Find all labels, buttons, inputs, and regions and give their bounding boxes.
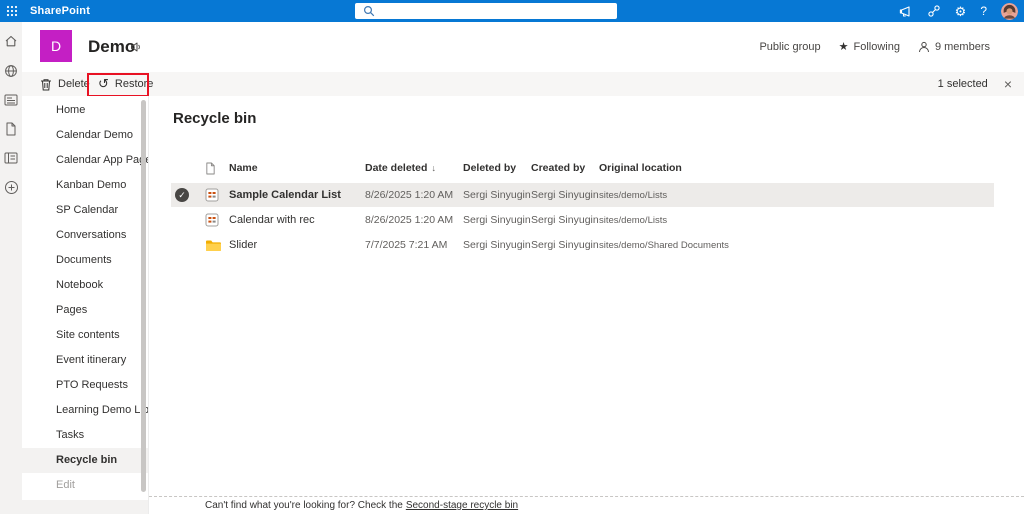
sidebar-item-edit[interactable]: Edit: [22, 473, 148, 498]
library-icon[interactable]: [4, 152, 18, 164]
table-row[interactable]: Calendar with rec 8/26/2025 1:20 AM Serg…: [171, 208, 994, 232]
site-logo[interactable]: D: [40, 30, 72, 62]
members-label: 9 members: [934, 41, 990, 53]
calendar-list-icon: [205, 208, 219, 232]
column-header-name[interactable]: Name: [229, 158, 258, 178]
app-rail: [0, 22, 22, 514]
row-name[interactable]: Calendar with rec: [229, 208, 315, 232]
restore-label: Restore: [114, 78, 154, 90]
date-deleted-label: Date deleted: [365, 162, 428, 174]
row-original-location: sites/demo/Lists: [599, 214, 668, 226]
row-created-by: Sergi Sinyugin: [531, 214, 599, 226]
privacy-label: Public group: [759, 41, 821, 53]
row-date-deleted: 8/26/2025 1:20 AM: [365, 214, 454, 226]
sidebar-item-documents[interactable]: Documents: [22, 248, 148, 273]
column-header-date-deleted[interactable]: Date deleted ↓: [365, 158, 436, 178]
row-deleted-by: Sergi Sinyugin: [463, 239, 531, 251]
row-selected-check-icon[interactable]: ✓: [175, 188, 189, 202]
sidebar-item-kanban-demo[interactable]: Kanban Demo: [22, 173, 148, 198]
suite-bar-actions: ⚙ ?: [899, 0, 1018, 22]
row-created-by: Sergi Sinyugin: [531, 239, 599, 251]
star-icon: ★: [838, 40, 849, 53]
sidebar-scrollbar[interactable]: [141, 100, 146, 492]
footer-text: Can't find what you're looking for? Chec…: [205, 500, 403, 511]
sidebar-item-calendar-app-page[interactable]: Calendar App Page: [22, 148, 148, 173]
home-icon[interactable]: [4, 34, 18, 48]
column-header-deleted-by[interactable]: Deleted by: [463, 158, 516, 178]
sidebar-item-pages[interactable]: Pages: [22, 298, 148, 323]
speaker-icon: [130, 41, 142, 53]
row-date-deleted: 7/7/2025 7:21 AM: [365, 239, 448, 251]
app-launcher-icon[interactable]: [0, 0, 24, 22]
sidebar-item-notebook[interactable]: Notebook: [22, 273, 148, 298]
calendar-list-icon: [205, 183, 219, 207]
person-icon: [918, 41, 930, 53]
document-icon[interactable]: [5, 122, 17, 136]
row-name[interactable]: Slider: [229, 233, 257, 257]
sidebar-bottom-filler: [22, 500, 148, 514]
globe-icon[interactable]: [4, 64, 18, 78]
row-deleted-by: Sergi Sinyugin: [463, 189, 531, 201]
site-header-meta: Public group ★ Following 9 members: [759, 22, 990, 72]
site-title[interactable]: Demo: [88, 22, 135, 72]
help-icon[interactable]: ?: [980, 5, 987, 17]
table-row[interactable]: Slider 7/7/2025 7:21 AM Sergi Sinyugin S…: [171, 233, 994, 257]
column-header-created-by[interactable]: Created by: [531, 158, 585, 178]
table-header: Name Date deleted ↓ Deleted by Created b…: [171, 158, 994, 178]
sidebar-item-event-itinerary[interactable]: Event itinerary: [22, 348, 148, 373]
clear-selection-icon[interactable]: ×: [1004, 77, 1012, 91]
following-button[interactable]: ★ Following: [839, 41, 900, 53]
sort-descending-icon: ↓: [431, 163, 436, 173]
sidebar-item-home[interactable]: Home: [22, 98, 148, 123]
site-header: D Demo Public group ★ Following 9 member…: [22, 22, 1024, 72]
product-name[interactable]: SharePoint: [30, 5, 90, 17]
selected-count: 1 selected: [937, 78, 988, 90]
recycle-bin-footer: Can't find what you're looking for? Chec…: [149, 496, 1024, 514]
suite-bar: SharePoint ⚙ ?: [0, 0, 1024, 22]
restore-undo-icon: ↺: [98, 75, 109, 91]
restore-button[interactable]: ↺ Restore: [98, 72, 153, 96]
announcement-icon[interactable]: [899, 5, 913, 18]
table-row[interactable]: ✓ Sample Calendar List 8/26/2025 1:20 AM…: [171, 183, 994, 207]
trash-icon: [40, 78, 52, 91]
row-original-location: sites/demo/Shared Documents: [599, 239, 729, 251]
delete-button[interactable]: Delete: [40, 72, 90, 96]
settings-gear-icon[interactable]: ⚙: [955, 5, 967, 18]
column-header-original-location[interactable]: Original location: [599, 158, 682, 178]
search-input[interactable]: [355, 3, 617, 19]
sidebar-item-learning-demo-library[interactable]: Learning Demo Library: [22, 398, 148, 423]
news-icon[interactable]: [4, 94, 18, 106]
second-stage-recycle-bin-link[interactable]: Second-stage recycle bin: [406, 500, 518, 511]
sidebar-item-calendar-demo[interactable]: Calendar Demo: [22, 123, 148, 148]
main-content: Recycle bin Name Date deleted ↓ Deleted …: [148, 96, 1024, 514]
row-original-location: sites/demo/Lists: [599, 189, 668, 201]
search-icon: [363, 5, 375, 17]
site-navigation: Home Calendar Demo Calendar App Page Kan…: [22, 96, 148, 500]
row-date-deleted: 8/26/2025 1:20 AM: [365, 189, 454, 201]
folder-icon: [205, 233, 221, 257]
sidebar-item-sp-calendar[interactable]: SP Calendar: [22, 198, 148, 223]
sidebar-item-conversations[interactable]: Conversations: [22, 223, 148, 248]
command-bar: Delete ↺ Restore 1 selected ×: [22, 72, 1024, 97]
row-created-by: Sergi Sinyugin: [531, 189, 599, 201]
nav-list: Home Calendar Demo Calendar App Page Kan…: [22, 96, 148, 498]
following-label: Following: [853, 41, 900, 53]
selection-status: 1 selected ×: [938, 72, 1012, 96]
sidebar-item-tasks[interactable]: Tasks: [22, 423, 148, 448]
integrations-icon[interactable]: [927, 4, 941, 18]
page-title: Recycle bin: [173, 110, 257, 127]
row-name[interactable]: Sample Calendar List: [229, 183, 341, 207]
members-button[interactable]: 9 members: [918, 41, 990, 53]
create-plus-icon[interactable]: [4, 180, 19, 195]
row-deleted-by: Sergi Sinyugin: [463, 214, 531, 226]
delete-label: Delete: [58, 78, 90, 90]
sidebar-item-pto-requests[interactable]: PTO Requests: [22, 373, 148, 398]
account-avatar[interactable]: [1001, 2, 1018, 20]
file-type-column-icon[interactable]: [205, 158, 216, 178]
sidebar-item-recycle-bin[interactable]: Recycle bin: [22, 448, 148, 473]
sidebar-item-site-contents[interactable]: Site contents: [22, 323, 148, 348]
